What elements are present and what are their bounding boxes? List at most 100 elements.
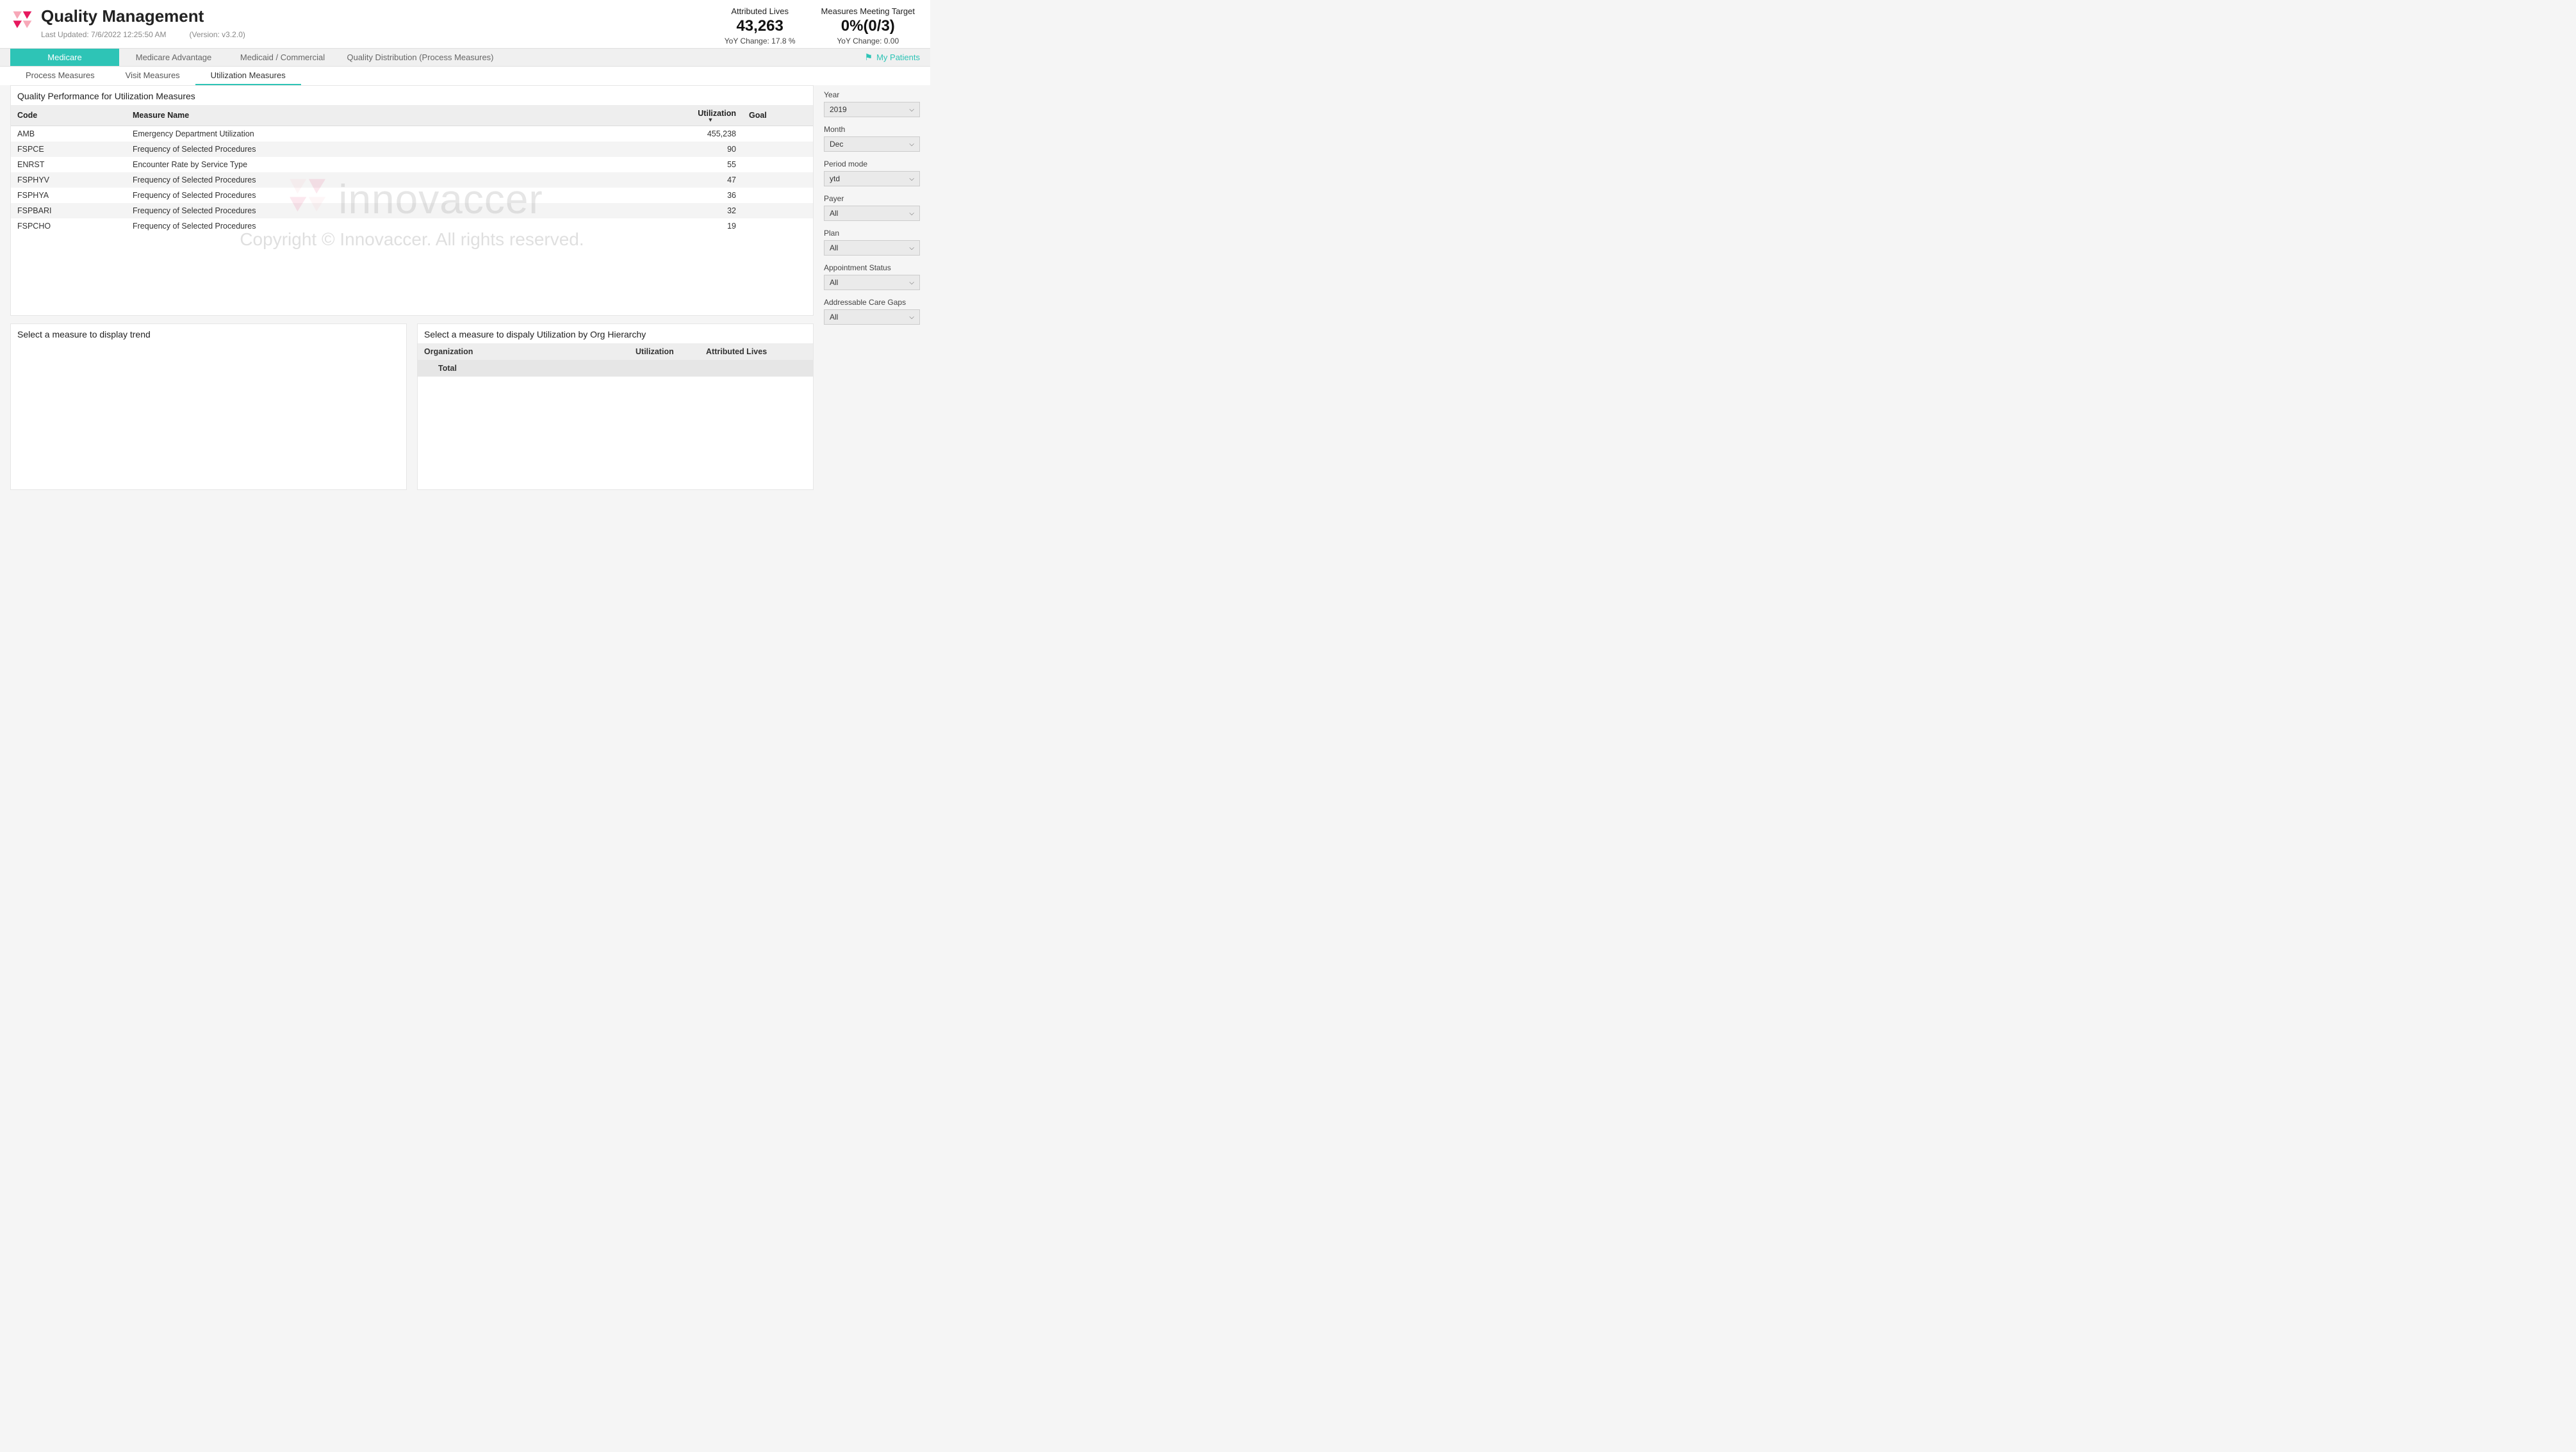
table-row[interactable]: FSPHYAFrequency of Selected Procedures36 [11, 188, 813, 203]
col-code[interactable]: Code [11, 105, 126, 126]
cell-code: FSPCE [11, 142, 126, 157]
cell-goal [742, 157, 813, 172]
utilization-table: Code Measure Name Utilization ▼ Goal AMB… [11, 105, 813, 234]
cell-goal [742, 218, 813, 234]
last-updated-label: Last Updated: 7/6/2022 12:25:50 AM [41, 30, 166, 39]
col-organization[interactable]: Organization [418, 343, 629, 360]
tab-process-measures[interactable]: Process Measures [10, 67, 110, 85]
filter-period-value: ytd [830, 174, 840, 183]
filter-caregaps-label: Addressable Care Gaps [824, 298, 920, 307]
bookmark-icon: ⚑ [865, 52, 873, 63]
tab-medicare[interactable]: Medicare [10, 49, 119, 66]
utilization-table-card: Quality Performance for Utilization Meas… [10, 85, 814, 316]
org-total-row[interactable]: Total [418, 360, 813, 377]
filter-payer-label: Payer [824, 194, 920, 203]
cell-utilization: 47 [678, 172, 742, 188]
cell-code: FSPHYV [11, 172, 126, 188]
tab-medicare-advantage[interactable]: Medicare Advantage [119, 49, 228, 66]
cell-goal [742, 203, 813, 218]
stat-sub: YoY Change: 0.00 [821, 37, 915, 45]
col-measure-name[interactable]: Measure Name [126, 105, 678, 126]
cell-code: ENRST [11, 157, 126, 172]
cell-goal [742, 142, 813, 157]
cell-code: FSPBARI [11, 203, 126, 218]
chevron-down-icon: ⌵ [909, 210, 914, 217]
table-row[interactable]: ENRSTEncounter Rate by Service Type55 [11, 157, 813, 172]
tab-medicaid-commercial[interactable]: Medicaid / Commercial [228, 49, 337, 66]
stat-attributed-lives: Attributed Lives 43,263 YoY Change: 17.8… [725, 6, 796, 45]
filter-period-select[interactable]: ytd ⌵ [824, 171, 920, 186]
card-title: Quality Performance for Utilization Meas… [11, 86, 813, 105]
header: Quality Management Last Updated: 7/6/202… [0, 0, 930, 48]
chevron-down-icon: ⌵ [909, 245, 914, 252]
table-row[interactable]: FSPCEFrequency of Selected Procedures90 [11, 142, 813, 157]
col-attributed-lives[interactable]: Attributed Lives [700, 343, 813, 360]
filter-year-select[interactable]: 2019 ⌵ [824, 102, 920, 117]
filter-appointment-select[interactable]: All ⌵ [824, 275, 920, 290]
my-patients-link[interactable]: ⚑ My Patients [865, 52, 920, 63]
cell-utilization: 32 [678, 203, 742, 218]
cell-utilization: 36 [678, 188, 742, 203]
stat-sub: YoY Change: 17.8 % [725, 37, 796, 45]
cell-utilization: 90 [678, 142, 742, 157]
col-org-utilization[interactable]: Utilization [629, 343, 700, 360]
trend-card: Select a measure to display trend [10, 323, 407, 490]
chevron-down-icon: ⌵ [909, 106, 914, 113]
stat-measures-target: Measures Meeting Target 0%(0/3) YoY Chan… [821, 6, 915, 45]
stat-value: 43,263 [725, 17, 796, 35]
filter-caregaps-select[interactable]: All ⌵ [824, 309, 920, 325]
cell-utilization: 455,238 [678, 126, 742, 142]
filter-appointment-label: Appointment Status [824, 263, 920, 272]
cell-code: FSPCHO [11, 218, 126, 234]
org-table: Organization Utilization Attributed Live… [418, 343, 813, 377]
filter-caregaps-value: All [830, 313, 838, 322]
stat-label: Measures Meeting Target [821, 6, 915, 16]
cell-utilization: 55 [678, 157, 742, 172]
cell-goal [742, 172, 813, 188]
my-patients-label: My Patients [876, 53, 920, 62]
cell-measure-name: Frequency of Selected Procedures [126, 218, 678, 234]
cell-measure-name: Frequency of Selected Procedures [126, 172, 678, 188]
filter-year-value: 2019 [830, 105, 847, 114]
chevron-down-icon: ⌵ [909, 279, 914, 286]
filter-plan-select[interactable]: All ⌵ [824, 240, 920, 256]
org-card-title: Select a measure to dispaly Utilization … [418, 324, 813, 343]
table-row[interactable]: FSPHYVFrequency of Selected Procedures47 [11, 172, 813, 188]
col-utilization-label: Utilization [698, 109, 736, 118]
cell-measure-name: Frequency of Selected Procedures [126, 203, 678, 218]
cell-utilization: 19 [678, 218, 742, 234]
cell-goal [742, 126, 813, 142]
version-label: (Version: v3.2.0) [189, 30, 245, 39]
stat-value: 0%(0/3) [821, 17, 915, 35]
cell-goal [742, 188, 813, 203]
tab-utilization-measures[interactable]: Utilization Measures [195, 67, 301, 85]
cell-measure-name: Emergency Department Utilization [126, 126, 678, 142]
org-hierarchy-card: Select a measure to dispaly Utilization … [417, 323, 814, 490]
tab-quality-distribution[interactable]: Quality Distribution (Process Measures) [337, 49, 504, 66]
filter-plan-label: Plan [824, 229, 920, 238]
filter-month-value: Dec [830, 140, 843, 149]
tab-visit-measures[interactable]: Visit Measures [110, 67, 195, 85]
secondary-tabs: Process Measures Visit Measures Utilizat… [0, 67, 930, 85]
sort-desc-icon: ▼ [685, 118, 736, 122]
cell-code: FSPHYA [11, 188, 126, 203]
filter-year-label: Year [824, 90, 920, 99]
cell-measure-name: Frequency of Selected Procedures [126, 142, 678, 157]
filters-panel: Year 2019 ⌵ Month Dec ⌵ Period mode ytd … [824, 85, 920, 332]
filter-appointment-value: All [830, 278, 838, 287]
filter-payer-value: All [830, 209, 838, 218]
filter-month-select[interactable]: Dec ⌵ [824, 136, 920, 152]
table-row[interactable]: FSPCHOFrequency of Selected Procedures19 [11, 218, 813, 234]
col-goal[interactable]: Goal [742, 105, 813, 126]
chevron-down-icon: ⌵ [909, 141, 914, 148]
trend-card-title: Select a measure to display trend [11, 324, 406, 343]
filter-plan-value: All [830, 243, 838, 252]
primary-tabs: Medicare Medicare Advantage Medicaid / C… [0, 48, 930, 67]
org-total-label: Total [418, 360, 629, 377]
col-utilization[interactable]: Utilization ▼ [678, 105, 742, 126]
filter-payer-select[interactable]: All ⌵ [824, 206, 920, 221]
table-row[interactable]: FSPBARIFrequency of Selected Procedures3… [11, 203, 813, 218]
table-row[interactable]: AMBEmergency Department Utilization455,2… [11, 126, 813, 142]
cell-code: AMB [11, 126, 126, 142]
page-title: Quality Management [41, 6, 245, 26]
